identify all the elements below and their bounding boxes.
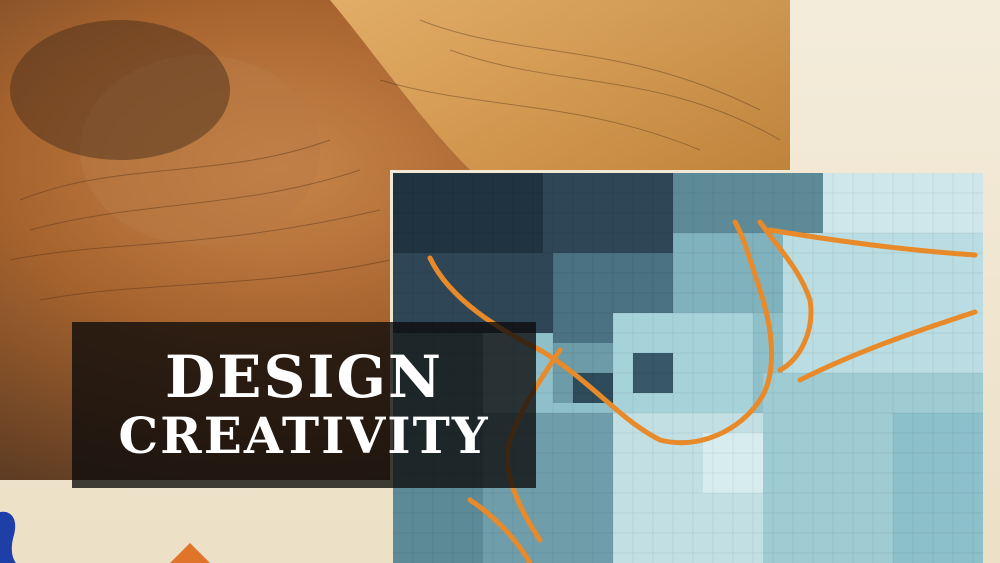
- slide-canvas: DESIGN CREATIVITY: [0, 0, 1000, 563]
- title-box: DESIGN CREATIVITY: [72, 322, 536, 488]
- sepia-face-shadow: [10, 20, 230, 160]
- title-line-design: DESIGN: [164, 343, 444, 412]
- title-line-creativity: CREATIVITY: [118, 406, 490, 466]
